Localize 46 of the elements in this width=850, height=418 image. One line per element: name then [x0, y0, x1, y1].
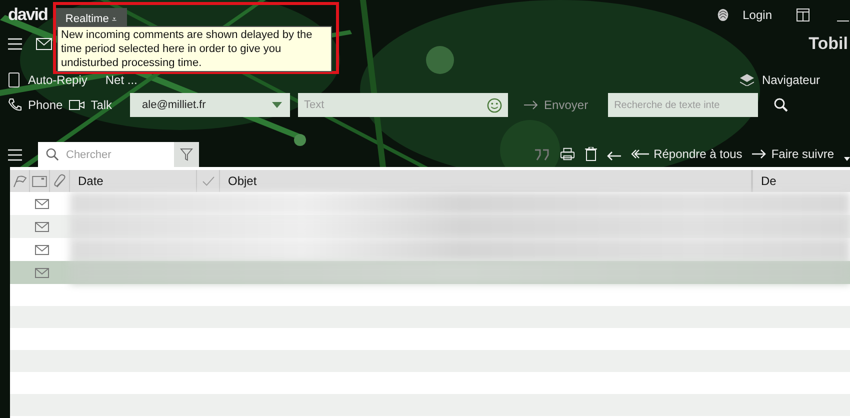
card-icon: [32, 176, 47, 186]
menu-icon[interactable]: [8, 149, 22, 161]
account-dropdown[interactable]: ale@milliet.fr: [130, 93, 290, 117]
trash-icon[interactable]: [584, 147, 597, 161]
brand-name: Tobil: [808, 34, 848, 54]
talk-button[interactable]: Talk: [90, 98, 112, 112]
net-button[interactable]: Net ...: [105, 73, 138, 87]
phone-icon: [8, 98, 22, 112]
filter-button[interactable]: [174, 142, 199, 167]
quote-icon[interactable]: [534, 149, 550, 161]
arrow-icon: [752, 149, 766, 159]
door-icon[interactable]: [8, 72, 20, 88]
mail-icon[interactable]: [36, 38, 52, 50]
message-field[interactable]: Text: [298, 93, 508, 117]
logo: david: [8, 5, 48, 25]
reply-arrow-icon[interactable]: [606, 151, 621, 161]
flag-icon: [12, 174, 26, 188]
tooltip: New incoming comments are shown delayed by the time period selected here in order to give you undisturbed processing time.: [57, 26, 332, 72]
search-field[interactable]: Recherche de texte inte: [608, 93, 758, 117]
layers-icon[interactable]: [740, 74, 754, 86]
caret-icon: [272, 102, 282, 108]
fingerprint-icon: [716, 8, 729, 22]
auto-reply-button[interactable]: Auto-Repiy: [28, 73, 88, 87]
smiley-icon[interactable]: [487, 98, 502, 113]
video-camera-icon: [68, 99, 85, 111]
envelope-icon: [35, 244, 49, 254]
arrow-icon: [524, 100, 538, 110]
layout-icon[interactable]: [796, 8, 810, 22]
print-icon[interactable]: [560, 147, 575, 161]
double-arrow-icon: [630, 149, 649, 159]
filter-icon: [180, 148, 193, 161]
paperclip-icon: [54, 174, 66, 188]
navigator-button[interactable]: Navigateur: [762, 73, 820, 87]
menu-icon[interactable]: [8, 38, 22, 50]
send-button[interactable]: Envoyer: [518, 97, 594, 113]
forward-button[interactable]: Faire suivre: [752, 147, 834, 161]
search-field[interactable]: Chercher: [38, 142, 174, 167]
phone-button[interactable]: Phone: [28, 98, 63, 112]
login-button[interactable]: Login: [736, 7, 778, 23]
envelope-icon: [35, 222, 49, 232]
caret-icon[interactable]: [844, 157, 850, 161]
envelope-icon: [35, 198, 49, 208]
reply-all-button[interactable]: Répondre à tous: [630, 147, 742, 161]
checkmark-icon: [202, 176, 214, 186]
search-icon[interactable]: [774, 98, 788, 112]
envelope-icon: [35, 268, 49, 278]
